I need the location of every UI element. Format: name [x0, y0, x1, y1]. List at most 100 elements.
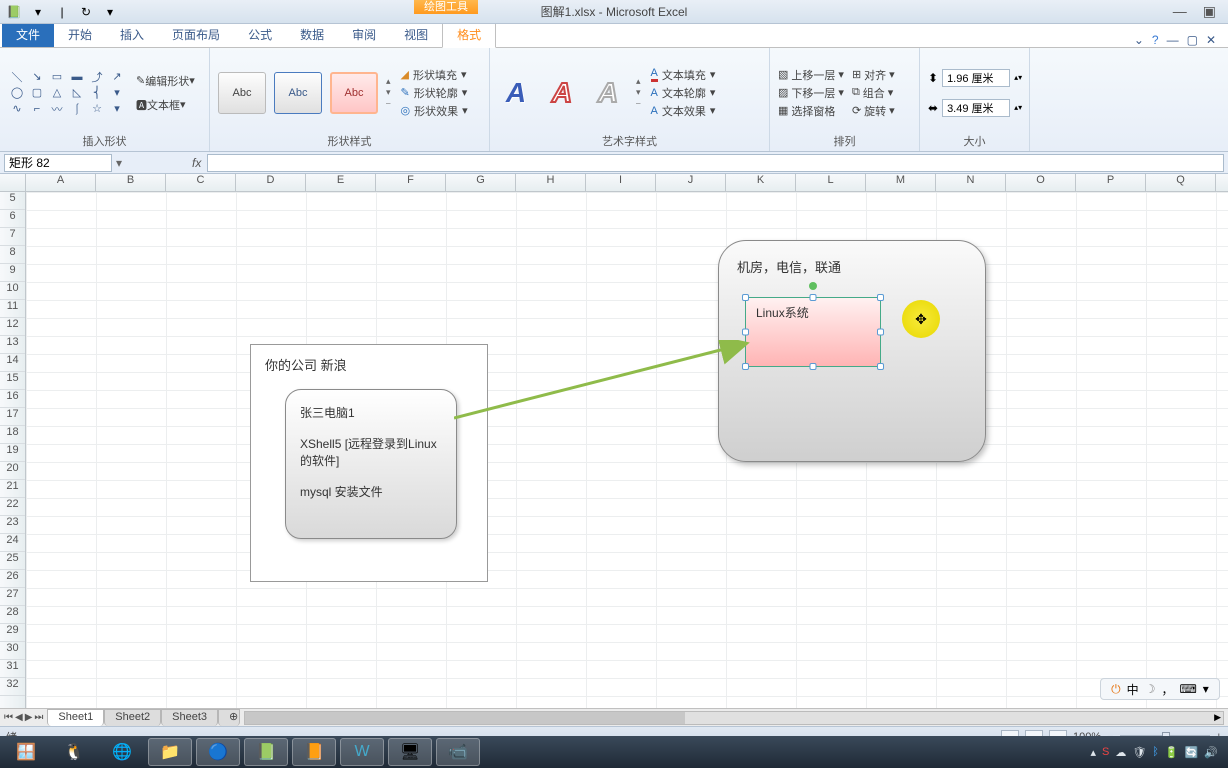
start-button[interactable]: 🪟 [4, 738, 48, 766]
selection-handle[interactable] [877, 294, 884, 301]
shape-effect-button[interactable]: ◎形状效果 ▾ [401, 103, 468, 119]
tray-overflow-icon[interactable]: ▴ [1090, 746, 1096, 759]
ime-indicator[interactable]: ⏻ 中 ☽ ， ⌨ ▾ [1100, 678, 1220, 700]
gallery-open-icon[interactable]: ⎯ [386, 98, 391, 109]
taskbar-wps-icon[interactable]: W [340, 738, 384, 766]
help-icon[interactable]: ? [1152, 33, 1159, 47]
connector-arrow-shape[interactable] [454, 340, 750, 420]
row-header[interactable]: 28 [0, 606, 25, 624]
row-header[interactable]: 21 [0, 480, 25, 498]
shape-style-1[interactable]: Abc [218, 72, 266, 114]
tray-bt-icon[interactable]: ᛒ [1152, 746, 1159, 758]
sheet-tab[interactable]: Sheet1 [47, 709, 104, 726]
col-header[interactable]: Q [1146, 174, 1216, 191]
row-header[interactable]: 13 [0, 336, 25, 354]
row-header[interactable]: 8 [0, 246, 25, 264]
width-spinner-icon[interactable]: ▴▾ [1014, 103, 1022, 112]
bring-forward-button[interactable]: ▧上移一层 ▾ [778, 67, 844, 83]
col-header[interactable]: H [516, 174, 586, 191]
col-header[interactable]: P [1076, 174, 1146, 191]
selection-handle[interactable] [742, 329, 749, 336]
brace-shape-icon[interactable]: ⎨ [88, 86, 106, 100]
rect-shape-icon[interactable]: ▭ [48, 70, 66, 84]
pc-shape[interactable]: 张三电脑1 XShell5 [远程登录到Linux的软件] mysql 安装文件 [285, 389, 457, 539]
tab-insert[interactable]: 插入 [106, 22, 158, 47]
sheet-first-icon[interactable]: ⏮ [4, 712, 13, 723]
formula-bar-input[interactable] [207, 154, 1224, 172]
new-sheet-button[interactable]: ⊕ [218, 709, 240, 726]
tab-review[interactable]: 审阅 [338, 22, 390, 47]
selection-handle[interactable] [877, 329, 884, 336]
rotation-handle[interactable] [809, 282, 817, 290]
tab-data[interactable]: 数据 [286, 22, 338, 47]
taskbar-ie-icon[interactable]: 🌐 [100, 738, 144, 766]
row-header[interactable]: 26 [0, 570, 25, 588]
window-restore-icon[interactable]: ▢ [1187, 33, 1198, 47]
gallery-more-icon[interactable]: ▾ [108, 102, 126, 116]
taskbar-camera-icon[interactable]: 📹 [436, 738, 480, 766]
col-header[interactable]: C [166, 174, 236, 191]
window-minimize-icon[interactable]: — [1167, 33, 1179, 47]
row-header[interactable]: 24 [0, 534, 25, 552]
tab-formula[interactable]: 公式 [234, 22, 286, 47]
rtri-shape-icon[interactable]: ◺ [68, 86, 86, 100]
col-header[interactable]: N [936, 174, 1006, 191]
tab-view[interactable]: 视图 [390, 22, 442, 47]
row-header[interactable]: 19 [0, 444, 25, 462]
row-header[interactable]: 32 [0, 678, 25, 696]
connector-shape-icon[interactable]: ⤴ [88, 70, 106, 84]
row-header[interactable]: 31 [0, 660, 25, 678]
row-header[interactable]: 17 [0, 408, 25, 426]
col-header[interactable]: L [796, 174, 866, 191]
text-fill-button[interactable]: A文本填充 ▾ [651, 67, 716, 83]
col-header[interactable]: E [306, 174, 376, 191]
row-header[interactable]: 6 [0, 210, 25, 228]
restore-icon[interactable]: ▣ [1203, 3, 1216, 20]
gallery-up-icon[interactable]: ▴ [386, 76, 391, 87]
cells-canvas[interactable]: 你的公司 新浪 张三电脑1 XShell5 [远程登录到Linux的软件] my… [26, 192, 1228, 708]
height-spinner-icon[interactable]: ▴▾ [1014, 73, 1022, 82]
col-header[interactable]: I [586, 174, 656, 191]
company-shape[interactable]: 你的公司 新浪 张三电脑1 XShell5 [远程登录到Linux的软件] my… [250, 344, 488, 582]
col-header[interactable]: B [96, 174, 166, 191]
tray-onedrive-icon[interactable]: ☁ [1115, 746, 1126, 759]
row-header[interactable]: 15 [0, 372, 25, 390]
minimize-ribbon-icon[interactable]: ⌄ [1134, 33, 1144, 47]
horizontal-scrollbar[interactable]: ◀ ▶ [244, 711, 1224, 725]
wa-more-icon[interactable]: ⎯ [636, 98, 641, 109]
sheet-last-icon[interactable]: ⏭ [34, 712, 43, 723]
shape-outline-button[interactable]: ✎形状轮廓 ▾ [401, 85, 468, 101]
curve-shape-icon[interactable]: ∿ [8, 102, 26, 116]
col-header[interactable]: K [726, 174, 796, 191]
sheet-tab[interactable]: Sheet3 [161, 709, 218, 726]
col-header[interactable]: G [446, 174, 516, 191]
tray-shield-icon[interactable]: 🛡 [1132, 746, 1146, 759]
selection-handle[interactable] [877, 363, 884, 370]
minimize-icon[interactable]: — [1173, 3, 1187, 20]
tab-file[interactable]: 文件 [2, 22, 54, 47]
row-header[interactable]: 10 [0, 282, 25, 300]
row-header[interactable]: 5 [0, 192, 25, 210]
col-header[interactable]: O [1006, 174, 1076, 191]
shape-height-input[interactable] [942, 69, 1010, 87]
row-header[interactable]: 9 [0, 264, 25, 282]
fx-icon[interactable]: fx [186, 156, 207, 170]
rotate-button[interactable]: ⟳旋转 ▾ [852, 103, 895, 119]
taskbar-explorer-icon[interactable]: 📁 [148, 738, 192, 766]
shape-width-input[interactable] [942, 99, 1010, 117]
oval-shape-icon[interactable]: ◯ [8, 86, 26, 100]
tray-sogou-icon[interactable]: S [1102, 746, 1109, 758]
taskbar-qq-icon[interactable]: 🐧 [52, 738, 96, 766]
star-shape-icon[interactable]: ☆ [88, 102, 106, 116]
sheet-prev-icon[interactable]: ◀ [15, 712, 23, 723]
tri-shape-icon[interactable]: △ [48, 86, 66, 100]
datacenter-shape[interactable]: 机房，电信，联通 Linux系统 [718, 240, 986, 462]
selection-handle[interactable] [810, 294, 817, 301]
wordart-style-1[interactable]: A [498, 75, 534, 111]
send-backward-button[interactable]: ▨下移一层 ▾ [778, 85, 844, 101]
shape-style-2[interactable]: Abc [274, 72, 322, 114]
selection-handle[interactable] [810, 363, 817, 370]
select-all-cell[interactable] [0, 174, 26, 191]
tab-format[interactable]: 格式 [442, 21, 496, 48]
edit-shape-button[interactable]: ✎ 编辑形状 ▾ [130, 70, 201, 92]
